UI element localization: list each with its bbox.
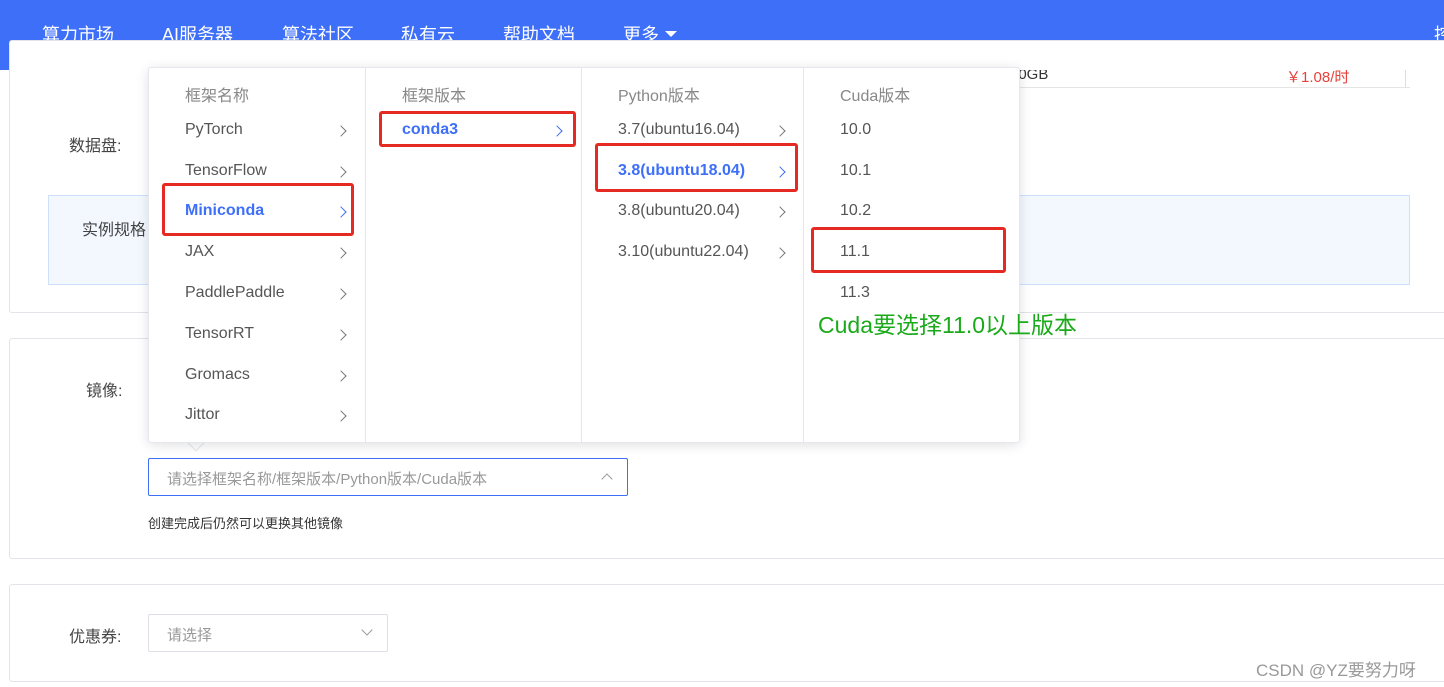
option-label: PaddlePaddle bbox=[185, 284, 285, 301]
option-python-3-8-ubuntu20[interactable]: 3.8(ubuntu20.04) bbox=[582, 196, 803, 230]
option-tensorrt[interactable]: TensorRT bbox=[149, 319, 365, 353]
chevron-right-icon bbox=[335, 329, 347, 341]
chevron-right-icon bbox=[774, 247, 786, 259]
coupon-select[interactable]: 请选择 bbox=[148, 614, 388, 652]
option-paddlepaddle[interactable]: PaddlePaddle bbox=[149, 278, 365, 312]
option-label: PyTorch bbox=[185, 121, 243, 138]
option-gromacs[interactable]: Gromacs bbox=[149, 360, 365, 394]
chevron-right-icon bbox=[335, 125, 347, 137]
option-jittor[interactable]: Jittor bbox=[149, 400, 365, 434]
option-label: 3.10(ubuntu22.04) bbox=[618, 243, 749, 260]
option-cuda-10-1[interactable]: 10.1 bbox=[804, 156, 1019, 190]
option-label: 3.8(ubuntu20.04) bbox=[618, 202, 740, 219]
image-cascader-placeholder: 请选择框架名称/框架版本/Python版本/Cuda版本 bbox=[167, 471, 488, 488]
column-header: Cuda版本 bbox=[840, 88, 911, 105]
highlight-box-cuda-11-1 bbox=[811, 227, 1006, 273]
column-header: 框架版本 bbox=[402, 88, 467, 105]
cascader-column-python-version: Python版本 3.7(ubuntu16.04) 3.8(ubuntu18.0… bbox=[581, 68, 803, 442]
option-cuda-10-2[interactable]: 10.2 bbox=[804, 196, 1019, 230]
table-divider bbox=[1405, 70, 1406, 87]
highlight-box-miniconda bbox=[162, 183, 354, 236]
chevron-right-icon bbox=[774, 206, 786, 218]
coupon-label: 优惠券: bbox=[69, 629, 122, 646]
option-label: TensorFlow bbox=[185, 162, 267, 179]
data-disk-label: 数据盘: bbox=[69, 138, 122, 155]
watermark: CSDN @YZ要努力呀 bbox=[1256, 661, 1416, 680]
chevron-right-icon bbox=[335, 166, 347, 178]
coupon-select-placeholder: 请选择 bbox=[167, 627, 213, 644]
option-jax[interactable]: JAX bbox=[149, 237, 365, 271]
annotation-note: Cuda要选择11.0以上版本 bbox=[818, 312, 1078, 338]
chevron-right-icon bbox=[335, 288, 347, 300]
chevron-right-icon bbox=[774, 125, 786, 137]
highlight-box-conda3 bbox=[379, 111, 576, 147]
column-header: 框架名称 bbox=[185, 88, 250, 105]
image-cascader-input[interactable]: 请选择框架名称/框架版本/Python版本/Cuda版本 bbox=[148, 458, 628, 496]
image-hint: 创建完成后仍然可以更换其他镜像 bbox=[148, 516, 344, 531]
option-label: 10.1 bbox=[840, 162, 872, 179]
option-label: 10.0 bbox=[840, 121, 872, 138]
image-label: 镜像: bbox=[86, 383, 123, 400]
option-label: Gromacs bbox=[185, 366, 250, 383]
option-label: 3.7(ubuntu16.04) bbox=[618, 121, 740, 138]
column-header: Python版本 bbox=[618, 88, 700, 105]
cascader-column-framework: 框架名称 PyTorch TensorFlow Miniconda JAX Pa… bbox=[149, 68, 365, 442]
chevron-right-icon bbox=[335, 247, 347, 259]
highlight-box-python-3-8 bbox=[595, 143, 798, 192]
price: ￥1.08/时 bbox=[1286, 70, 1350, 86]
caret-down-icon bbox=[665, 31, 677, 38]
chevron-right-icon bbox=[335, 370, 347, 382]
chevron-down-icon bbox=[361, 624, 373, 636]
option-label: Jittor bbox=[185, 406, 220, 423]
option-python-3-10[interactable]: 3.10(ubuntu22.04) bbox=[582, 237, 803, 271]
option-label: 11.3 bbox=[840, 284, 870, 301]
chevron-up-icon bbox=[601, 473, 613, 485]
chevron-right-icon bbox=[335, 410, 347, 422]
option-cuda-10-0[interactable]: 10.0 bbox=[804, 115, 1019, 149]
option-label: TensorRT bbox=[185, 325, 255, 342]
spec-label: 实例规格 bbox=[82, 222, 147, 239]
option-pytorch[interactable]: PyTorch bbox=[149, 115, 365, 149]
option-label: 10.2 bbox=[840, 202, 872, 219]
instance-table-row: 50GB ￥1.08/时 bbox=[1010, 70, 1410, 88]
option-label: JAX bbox=[185, 243, 215, 260]
